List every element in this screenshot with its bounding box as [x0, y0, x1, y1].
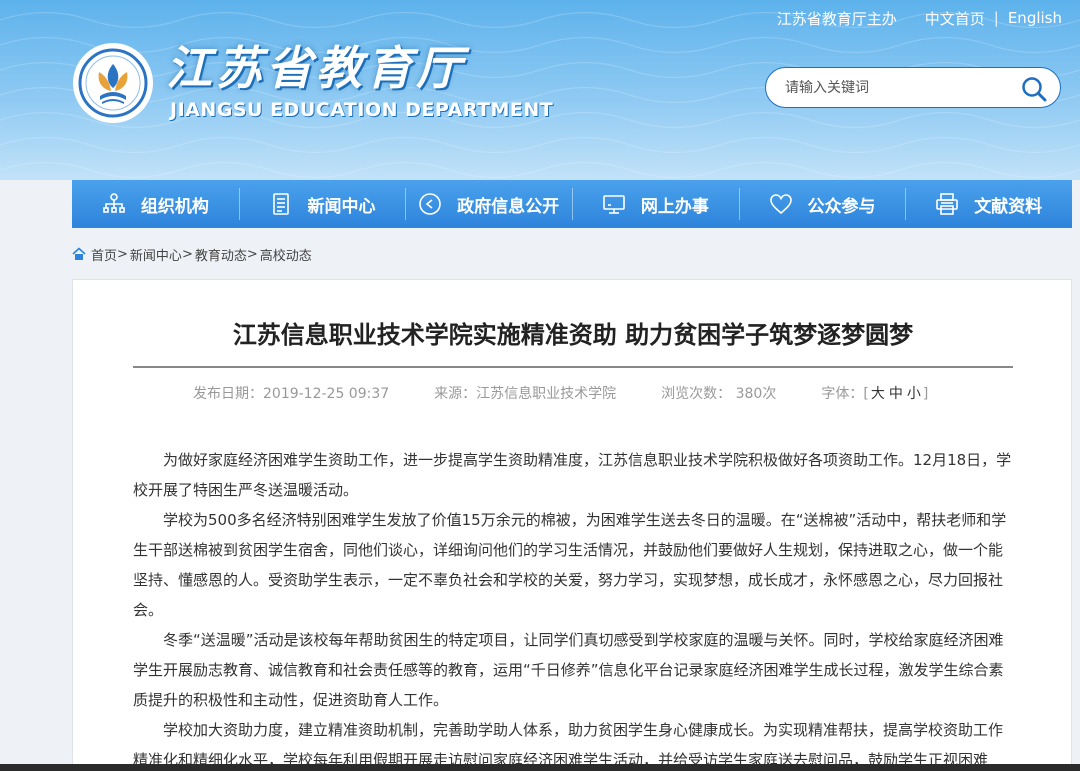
title-divider	[133, 366, 1013, 368]
nav-label: 新闻中心	[307, 196, 376, 217]
breadcrumb-home[interactable]: 首页	[91, 245, 117, 264]
article-panel: 江苏信息职业技术学院实施精准资助 助力贫困学子筑梦逐梦圆梦 发布日期：2019-…	[72, 279, 1072, 771]
host-label: 江苏省教育厅主办	[776, 9, 897, 28]
top-links: 江苏省教育厅主办 中文首页 | English	[777, 8, 1062, 28]
chinese-home-link[interactable]: 中文首页	[925, 8, 985, 29]
education-emblem-icon[interactable]	[72, 42, 154, 124]
font-size-label: 字体：	[821, 386, 864, 402]
view-count: 浏览次数： 380次	[661, 386, 777, 402]
font-small-button[interactable]: 小	[907, 386, 921, 402]
article-title: 江苏信息职业技术学院实施精准资助 助力贫困学子筑梦逐梦圆梦	[232, 321, 914, 349]
search-input[interactable]	[785, 79, 1005, 96]
nav-item-news[interactable]: 新闻中心	[238, 180, 406, 228]
publish-date: 发布日期：2019-12-25 09:37	[193, 386, 390, 402]
nav-label: 组织机构	[140, 196, 209, 217]
nav-label: 公众参与	[807, 196, 876, 217]
nav-item-public-participation[interactable]: 公众参与	[738, 180, 906, 228]
home-icon	[72, 247, 86, 260]
nav-label: 网上办事	[640, 196, 709, 217]
article-body: 为做好家庭经济困难学生资助工作，进一步提高学生资助精准度，江苏信息职业技术学院积…	[133, 445, 1013, 771]
main-nav: 组织机构 新闻中心 政府信息公开 网上办事 公众参与 文献资料	[72, 180, 1072, 228]
monitor-icon	[603, 195, 625, 214]
logo-subtitle: JIANGSU EDUCATION DEPARTMENT	[170, 99, 554, 121]
nav-label: 文献资料	[974, 196, 1043, 217]
play-circle-icon	[419, 193, 441, 215]
font-large-button[interactable]: 大	[871, 386, 885, 402]
font-medium-button[interactable]: 中	[889, 386, 903, 402]
nav-item-online-service[interactable]: 网上办事	[572, 180, 739, 228]
article-paragraph: 冬季“送温暖”活动是该校每年帮助贫困生的特定项目，让同学们真切感受到学校家庭的温…	[133, 631, 1004, 709]
org-chart-icon	[103, 193, 125, 213]
breadcrumb-sep: >	[181, 246, 193, 262]
link-separator: |	[993, 9, 999, 27]
nav-item-documents[interactable]: 文献资料	[905, 180, 1072, 228]
breadcrumb-news[interactable]: 新闻中心	[130, 245, 182, 264]
nav-label: 政府信息公开	[457, 196, 560, 217]
nav-item-gov-info[interactable]: 政府信息公开	[405, 180, 572, 228]
document-icon	[272, 193, 289, 215]
article-paragraph: 学校加大资助力度，建立精准资助机制，完善助学助人体系，助力贫困学生身心健康成长。…	[133, 721, 1004, 769]
article-paragraph: 学校为500多名经济特别困难学生发放了价值15万余元的棉被，为困难学生送去冬日的…	[133, 511, 1007, 619]
heart-icon	[769, 194, 792, 215]
nav-item-organization[interactable]: 组织机构	[72, 180, 239, 228]
breadcrumb-edu-news[interactable]: 教育动态	[195, 245, 247, 264]
font-size-switcher: 字体：[大中小]	[821, 383, 928, 403]
font-size-bracket-close: ]	[922, 386, 929, 402]
breadcrumb-sep: >	[117, 246, 128, 262]
breadcrumb-university-news[interactable]: 高校动态	[260, 245, 312, 264]
breadcrumb-sep: >	[246, 246, 258, 262]
article-meta: 发布日期：2019-12-25 09:37 来源：江苏信息职业技术学院 浏览次数…	[193, 383, 993, 403]
search-box	[765, 67, 1061, 108]
logo-title: 江苏省教育厅	[166, 41, 466, 95]
article-paragraph: 为做好家庭经济困难学生资助工作，进一步提高学生资助精准度，江苏信息职业技术学院积…	[133, 451, 1012, 499]
search-icon[interactable]	[1020, 75, 1048, 103]
bottom-scrollbar	[0, 764, 1080, 771]
english-link[interactable]: English	[1008, 9, 1062, 27]
breadcrumb: 首页 > 新闻中心 > 教育动态 > 高校动态	[72, 245, 312, 264]
font-size-bracket-open: [	[863, 386, 869, 402]
printer-icon	[936, 193, 958, 215]
article-source: 来源：江苏信息职业技术学院	[434, 386, 617, 402]
site-header: 江苏省教育厅主办 中文首页 | English 江苏省教育厅 JIANGSU E…	[0, 0, 1080, 180]
